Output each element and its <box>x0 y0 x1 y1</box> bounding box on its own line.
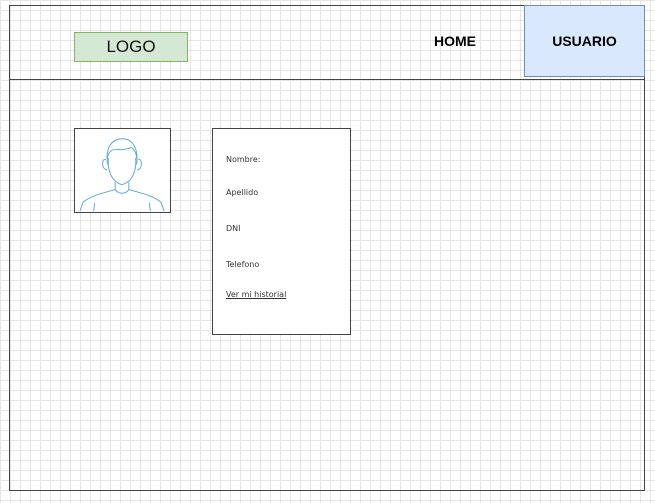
dni-label: DNI <box>226 224 241 233</box>
nav-home-label: HOME <box>434 33 476 49</box>
telefono-label: Telefono <box>226 260 260 269</box>
profile-info-card: Nombre: Apellido DNI Telefono Ver mi his… <box>212 128 351 335</box>
nombre-label: Nombre: <box>226 155 261 164</box>
logo-label: LOGO <box>106 37 156 56</box>
header-divider <box>9 79 645 80</box>
nav-usuario-label: USUARIO <box>552 33 617 49</box>
ver-historial-link[interactable]: Ver mi historial <box>226 290 286 299</box>
nav-home-link[interactable]: HOME <box>420 30 490 52</box>
nav-usuario-tab[interactable]: USUARIO <box>524 5 645 77</box>
avatar <box>74 128 171 213</box>
user-avatar-icon <box>79 138 165 212</box>
logo[interactable]: LOGO <box>74 32 188 62</box>
apellido-label: Apellido <box>226 188 259 197</box>
